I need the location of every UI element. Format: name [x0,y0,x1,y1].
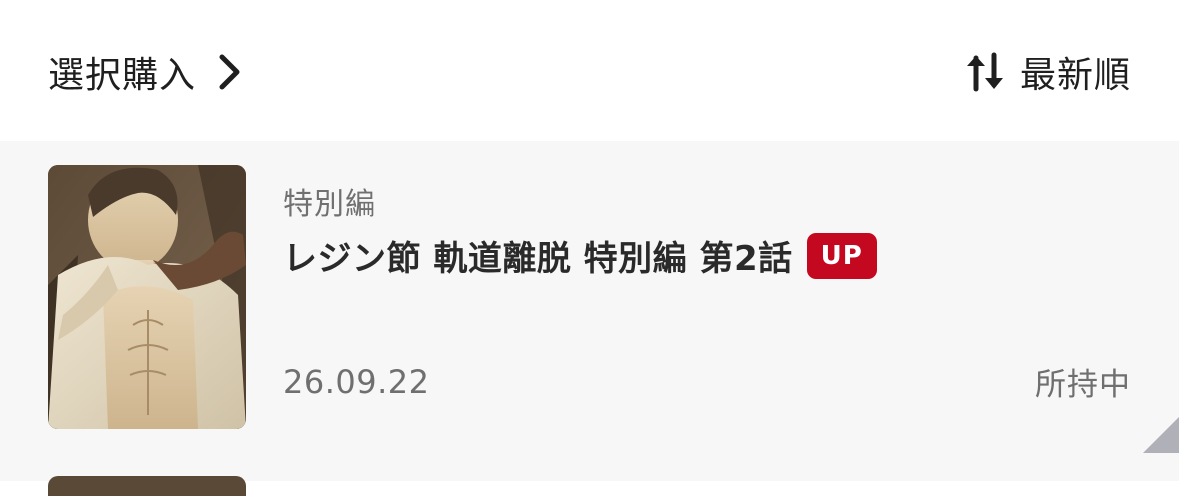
owned-status: 所持中 [1035,367,1131,403]
sort-label: 最新順 [1019,55,1131,96]
select-buy-label: 選択購入 [48,55,197,96]
episode-title-line: レジン節 軌道離脱 特別編 第2話 UP [283,231,877,280]
sort-order-button[interactable]: 最新順 [964,44,1131,100]
episode-date: 26.09.22 [283,363,430,401]
select-buy-button[interactable]: 選択購入 [48,44,244,100]
episode-thumbnail [48,165,246,429]
next-episode-thumbnail [48,476,246,496]
episode-row[interactable]: 特別編 レジン節 軌道離脱 特別編 第2話 UP 26.09.22 所持中 [0,141,1179,455]
episode-list: 特別編 レジン節 軌道離脱 特別編 第2話 UP 26.09.22 所持中 [0,141,1179,496]
episode-thumbnail-image [48,165,246,429]
episode-title: レジン節 軌道離脱 特別編 第2話 [283,239,793,279]
sort-up-down-icon [966,52,1003,92]
episode-category: 特別編 [283,187,376,222]
up-badge: UP [806,232,877,279]
read-corner-icon [1143,417,1179,453]
chevron-right-icon [219,54,240,90]
episode-list-header: 選択購入 最新順 [0,0,1179,141]
